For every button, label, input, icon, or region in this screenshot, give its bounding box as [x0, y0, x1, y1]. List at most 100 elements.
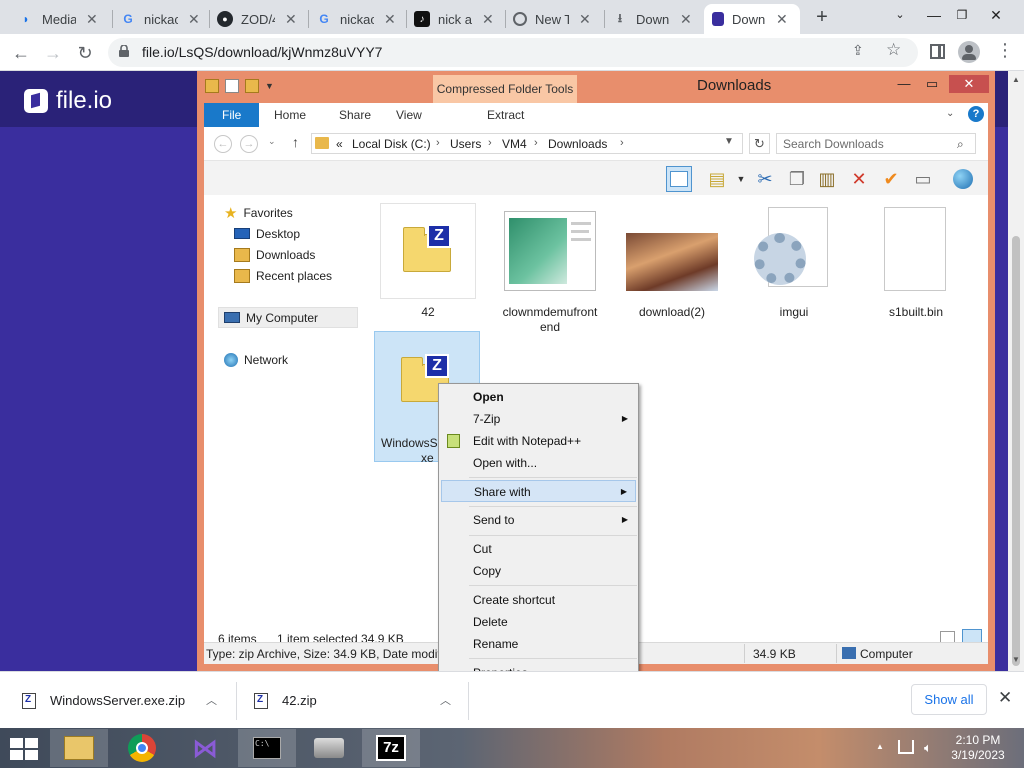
browser-tab-7[interactable]: ⭳ Down ✕ [604, 4, 700, 34]
show-all-button[interactable]: Show all [911, 684, 987, 715]
browser-tab-3[interactable]: ● ZOD/4 ✕ [209, 4, 305, 34]
reload-icon[interactable]: ↻ [72, 40, 98, 66]
taskbar-chrome[interactable] [113, 729, 171, 767]
new-tab-button[interactable]: + [812, 5, 832, 29]
menu-item-share-with[interactable]: Share with ▶ [441, 480, 636, 502]
fileio-logo[interactable]: file.io [24, 87, 112, 115]
share-icon[interactable]: ⇪ [852, 42, 864, 59]
forward-arrow-icon[interactable]: → [40, 40, 66, 66]
paste-clipboard-icon[interactable]: ▥ [814, 166, 840, 192]
url-text[interactable]: file.io/LsQS/download/kjWnmz8uVYY7 [142, 44, 382, 60]
breadcrumb-vm4[interactable]: VM4 [502, 137, 527, 151]
chevron-up-icon[interactable]: ︿ [206, 692, 217, 708]
browser-tab-6[interactable]: New T ✕ [505, 4, 599, 34]
cmd-dropdown-icon[interactable]: ▼ [728, 166, 754, 192]
ribbon-collapse-icon[interactable]: ⌄ [946, 108, 954, 119]
preview-pane-icon[interactable] [666, 166, 692, 192]
menu-item-send-to[interactable]: Send to ▶ [441, 509, 636, 531]
menu-item-7zip[interactable]: 7-Zip ▶ [441, 408, 636, 430]
tray-show-hidden-icon[interactable]: ▲ [876, 742, 884, 751]
restore-icon[interactable]: ❐ [950, 4, 974, 28]
tab-close-icon[interactable]: ✕ [384, 11, 396, 28]
refresh-icon[interactable]: ↻ [749, 133, 770, 154]
menu-item-delete[interactable]: Delete [441, 611, 636, 633]
breadcrumb-separator-icon[interactable]: › [488, 137, 492, 149]
new-folder-icon[interactable] [245, 79, 259, 93]
help-icon[interactable]: ? [968, 106, 984, 122]
ribbon-tab-share[interactable]: Share [329, 103, 381, 127]
ribbon-tab-extract[interactable]: Extract [477, 103, 534, 127]
tab-close-icon[interactable]: ✕ [579, 11, 591, 28]
scrollbar-thumb[interactable] [1012, 236, 1020, 666]
explorer-forward-icon[interactable]: → [240, 135, 258, 153]
file-item-imgui[interactable]: imgui [744, 203, 844, 320]
taskbar-cmd[interactable]: C:\ [238, 729, 296, 767]
explorer-back-icon[interactable]: ← [214, 135, 232, 153]
breadcrumb-separator-icon[interactable]: › [436, 137, 440, 149]
nav-desktop[interactable]: Desktop [234, 224, 300, 243]
network-tray-icon[interactable] [898, 740, 914, 754]
nav-my-computer[interactable]: My Computer [218, 307, 358, 328]
breadcrumb-separator-icon[interactable]: › [620, 137, 624, 149]
tab-close-icon[interactable]: ✕ [776, 11, 788, 28]
file-item-42[interactable]: Z 42 [378, 203, 478, 320]
menu-item-rename[interactable]: Rename [441, 633, 636, 655]
chevron-up-icon[interactable]: ︿ [440, 692, 451, 708]
nav-network[interactable]: Network [224, 350, 288, 369]
up-arrow-icon[interactable]: ↑ [292, 134, 299, 150]
explorer-maximize-icon[interactable]: ▭ [919, 75, 945, 93]
breadcrumb-local-disk[interactable]: Local Disk (C:) [352, 137, 431, 151]
lock-icon[interactable] [119, 45, 129, 57]
browser-tab-5[interactable]: ♪ nick av ✕ [406, 4, 502, 34]
browser-tab-2[interactable]: G nickac ✕ [112, 4, 208, 34]
file-item-download2[interactable]: download(2) [622, 203, 722, 320]
close-window-icon[interactable]: ✕ [984, 4, 1008, 28]
breadcrumb-downloads[interactable]: Downloads [548, 137, 607, 151]
download-item-windowsserver[interactable]: WindowsServer.exe.zip [22, 672, 185, 729]
explorer-address-box[interactable]: « Local Disk (C:) › Users › VM4 › Downlo… [311, 133, 743, 154]
globe-icon[interactable] [950, 166, 976, 192]
taskbar-file-explorer[interactable] [50, 729, 108, 767]
address-bar[interactable]: file.io/LsQS/download/kjWnmz8uVYY7 ⇪ ☆ [108, 38, 918, 67]
folder-icon[interactable] [205, 79, 219, 93]
browser-tab-active[interactable]: Down ✕ [704, 4, 800, 34]
taskbar-visual-studio[interactable]: ⋈ [176, 729, 234, 767]
volume-icon[interactable]: 🔈︎ [924, 740, 932, 756]
explorer-close-icon[interactable]: ✕ [949, 75, 989, 93]
download-item-42zip[interactable]: 42.zip [254, 672, 317, 729]
breadcrumb-separator-icon[interactable]: › [534, 137, 538, 149]
minimize-icon[interactable]: — [922, 4, 946, 28]
breadcrumb-overflow[interactable]: « [336, 137, 343, 151]
qat-dropdown-icon[interactable]: ▼ [265, 81, 274, 93]
ribbon-tab-view[interactable]: View [386, 103, 432, 127]
tab-close-icon[interactable]: ✕ [680, 11, 692, 28]
scroll-up-arrow-icon[interactable]: ▲ [1012, 75, 1020, 84]
browser-tab-1[interactable]: ◗ Media ✕ [10, 4, 106, 34]
nav-recent-places[interactable]: Recent places [234, 266, 332, 285]
profile-avatar-icon[interactable] [958, 41, 980, 63]
copy-icon[interactable]: ❐ [784, 166, 810, 192]
tab-close-icon[interactable]: ✕ [482, 11, 494, 28]
scissors-icon[interactable]: ✂ [752, 166, 778, 192]
system-clock[interactable]: 2:10 PM 3/19/2023 [946, 733, 1010, 763]
recent-locations-icon[interactable]: ⌄ [268, 136, 276, 147]
explorer-search-box[interactable]: ⌕ [776, 133, 976, 154]
explorer-search-input[interactable] [777, 134, 953, 153]
delete-x-icon[interactable]: ✕ [846, 166, 872, 192]
close-downloads-icon[interactable]: ✕ [998, 688, 1012, 708]
browser-tab-4[interactable]: G nickac ✕ [308, 4, 404, 34]
ribbon-tab-file[interactable]: File [204, 103, 260, 127]
kebab-menu-icon[interactable]: ⋮ [996, 40, 1014, 61]
tab-close-icon[interactable]: ✕ [86, 11, 98, 28]
nav-downloads[interactable]: Downloads [234, 245, 315, 264]
windows-start-icon[interactable] [10, 738, 38, 760]
menu-item-create-shortcut[interactable]: Create shortcut [441, 589, 636, 611]
explorer-minimize-icon[interactable]: — [891, 75, 917, 93]
file-item-clownmdemufrontend[interactable]: clownmdemufrontend [500, 203, 600, 335]
search-icon[interactable]: ⌕ [957, 137, 964, 152]
nav-favorites[interactable]: ★ Favorites [224, 203, 293, 222]
bookmark-star-icon[interactable]: ☆ [886, 40, 901, 60]
taskbar-printer[interactable] [300, 729, 358, 767]
menu-item-open[interactable]: Open [441, 386, 636, 408]
taskbar-7zip[interactable]: 7z [362, 729, 420, 767]
